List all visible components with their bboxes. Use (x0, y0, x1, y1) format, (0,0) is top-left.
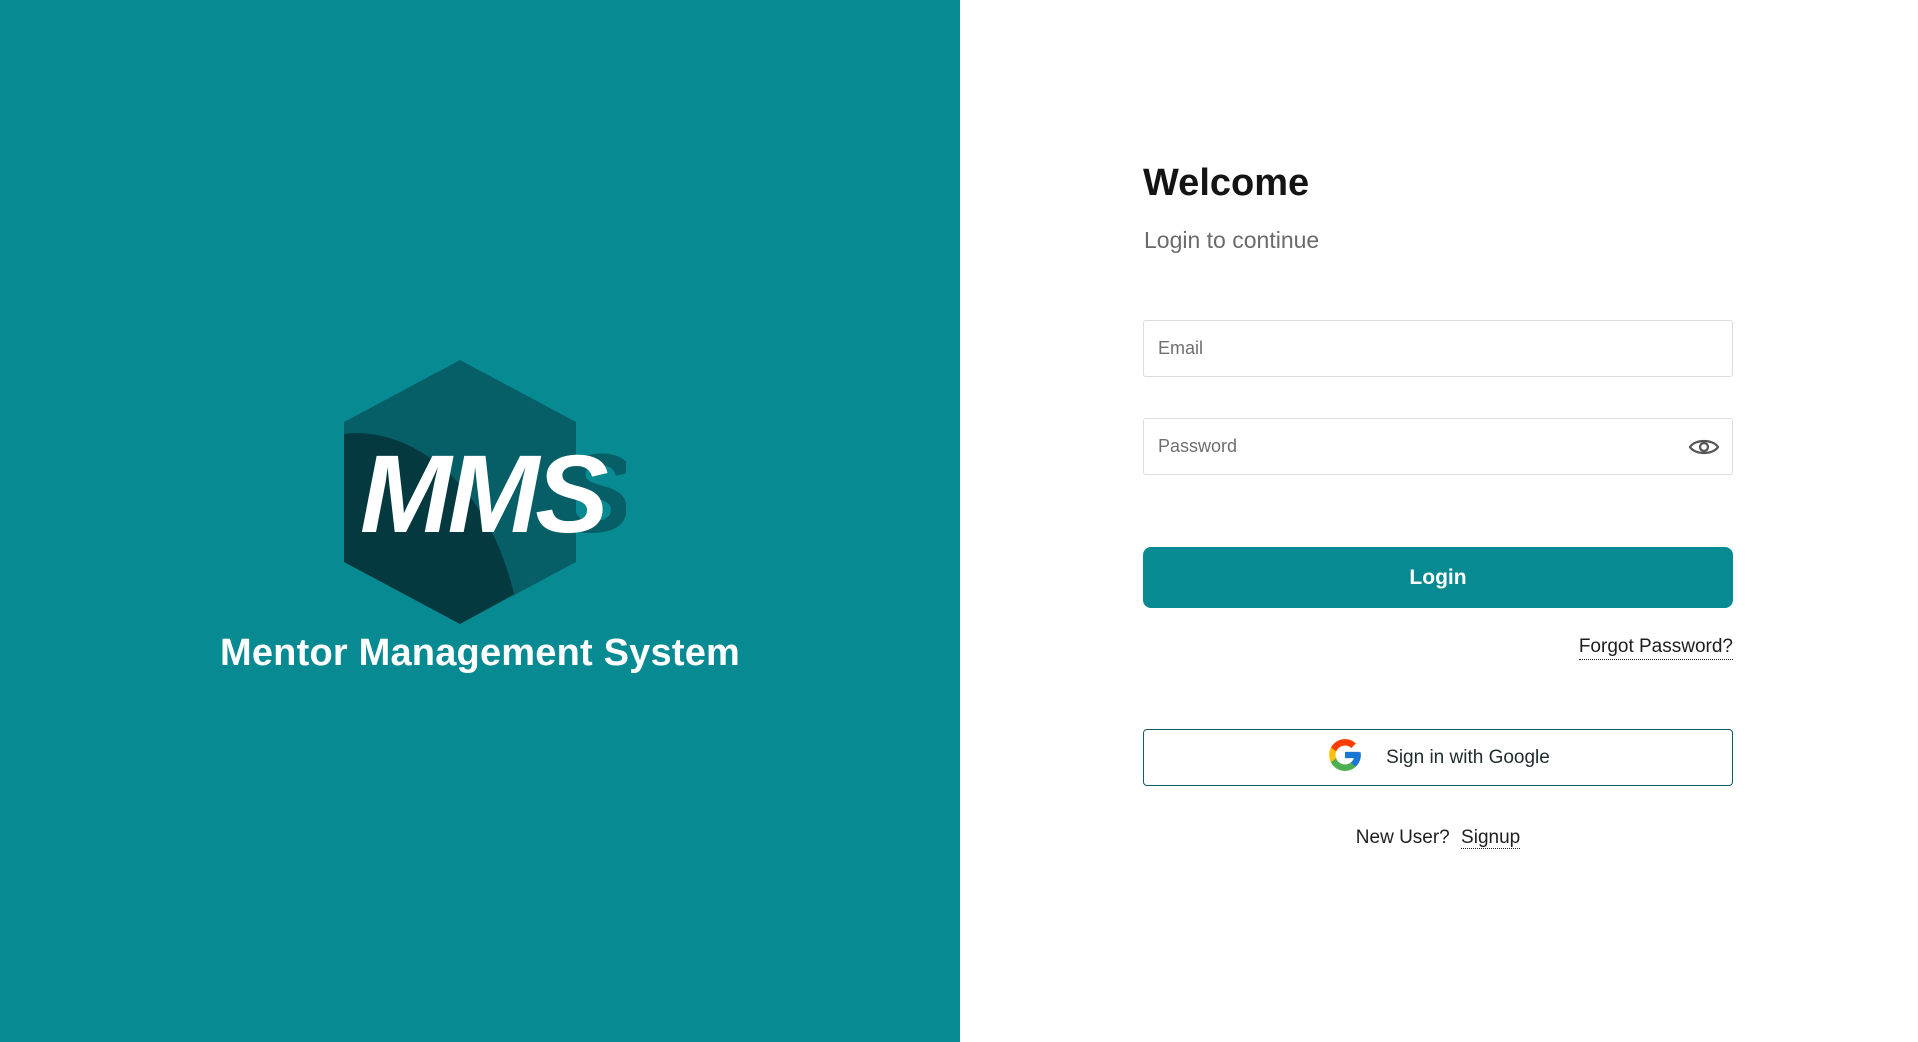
email-field[interactable] (1144, 321, 1732, 376)
signup-row: New User? Signup (1143, 827, 1733, 849)
page-title: Welcome (1143, 162, 1310, 204)
svg-text:MMS: MMS (360, 433, 608, 556)
google-icon (1326, 736, 1364, 779)
email-field-wrapper (1143, 320, 1733, 377)
page-subtitle: Login to continue (1144, 227, 1320, 253)
google-signin-label: Sign in with Google (1386, 746, 1550, 768)
app-name: Mentor Management System (219, 632, 741, 674)
login-page: S MMS Mentor Management System Welcome L… (0, 0, 1918, 1042)
password-field-wrapper (1143, 418, 1733, 475)
new-user-text: New User? (1355, 827, 1450, 848)
login-button[interactable]: Login (1143, 547, 1733, 608)
password-field[interactable] (1144, 419, 1732, 474)
forgot-password-link[interactable]: Forgot Password? (1578, 636, 1733, 660)
eye-icon[interactable] (1686, 431, 1722, 463)
signup-link[interactable]: Signup (1461, 827, 1521, 849)
brand-panel: S MMS Mentor Management System (0, 0, 960, 1042)
login-panel: Welcome Login to continue Login Forgot P… (960, 0, 1918, 1042)
mms-logo: S MMS (336, 356, 633, 628)
google-signin-button[interactable]: Sign in with Google (1143, 729, 1733, 786)
